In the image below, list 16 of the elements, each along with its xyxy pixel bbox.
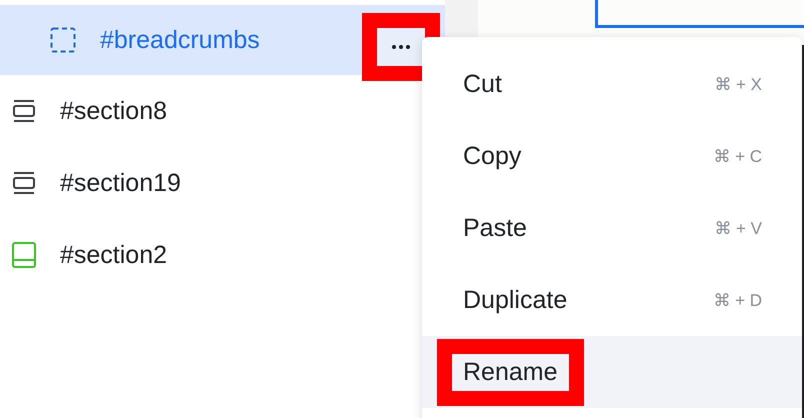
layer-name: #section19: [60, 168, 181, 198]
layer-name: #section8: [60, 96, 168, 126]
menu-item[interactable]: Rename: [422, 336, 802, 408]
shortcut-text: ⌘ + V: [714, 218, 762, 238]
shortcut-text: ⌘ + X: [714, 74, 762, 94]
shortcut-text: ⌘ + C: [713, 146, 762, 166]
section-icon: [12, 171, 36, 195]
more-icon: [391, 44, 411, 50]
more-actions-button[interactable]: [377, 28, 425, 66]
layer-name: #section2: [60, 240, 168, 270]
section-icon: [12, 99, 36, 123]
layer-item[interactable]: #breadcrumbs: [0, 5, 445, 75]
shortcut-text: ⌘ + D: [713, 290, 762, 310]
layer-name: #breadcrumbs: [100, 26, 260, 54]
footer-section-icon: [12, 242, 36, 268]
dashed-box-icon: [50, 27, 76, 53]
